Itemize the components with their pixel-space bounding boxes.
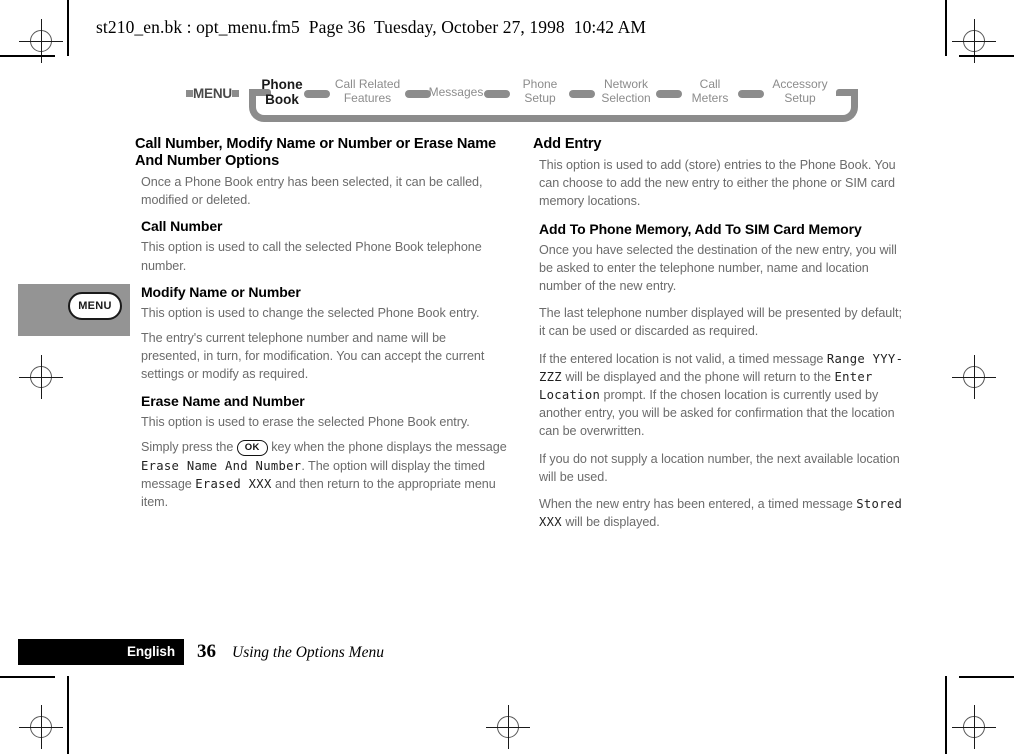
paragraph-add-memory-3: If the entered location is not valid, a …: [539, 350, 905, 441]
paragraph-add-entry-intro: This option is used to add (store) entri…: [539, 158, 896, 209]
registration-hline: [952, 726, 996, 728]
breadcrumb-item-network-selection[interactable]: Network Selection: [595, 77, 657, 105]
margin-menu-tab: MENU: [18, 284, 130, 336]
paragraph-modify-1: This option is used to change the select…: [141, 305, 480, 320]
breadcrumb-connector: [569, 90, 595, 98]
section-heading: Call Number, Modify Name or Number or Er…: [135, 136, 496, 169]
breadcrumb-item-call-meters[interactable]: Call Meters: [682, 77, 738, 105]
paragraph-add-memory-4: If you do not supply a location number, …: [539, 451, 900, 484]
registration-hline: [19, 376, 63, 378]
page-rule-bottom-left-horizontal: [0, 676, 55, 678]
breadcrumb-item-accessory-setup[interactable]: Accessory Setup: [764, 77, 836, 105]
text-fragment: If the entered location is not valid, a …: [539, 351, 827, 366]
paragraph-call-number: This option is used to call the selected…: [141, 240, 482, 273]
footer-language-label: English: [126, 644, 175, 659]
registration-hline: [952, 376, 996, 378]
breadcrumb-item-phone-book[interactable]: Phone Book: [260, 77, 304, 107]
paragraph-add-memory-1: Once you have selected the destination o…: [539, 242, 897, 294]
paragraph-add-memory-5: When the new entry has been entered, a t…: [539, 495, 905, 531]
menu-breadcrumb-bar: MENU Phone Book Call Related Features Me…: [186, 76, 858, 126]
subsection-heading-modify-name-or-number: Modify Name or Number: [141, 283, 301, 300]
right-text-column: Add Entry This option is used to add (st…: [533, 136, 905, 540]
page-border-left-bottom: [67, 676, 69, 754]
breadcrumb-item-messages[interactable]: Messages: [426, 85, 486, 100]
lcd-message-erased: Erased XXX: [195, 477, 272, 492]
paragraph-erase-2: Simply press the OK key when the phone d…: [141, 438, 507, 512]
section-intro-paragraph: Once a Phone Book entry has been selecte…: [141, 175, 483, 208]
subsection-heading-erase-name-and-number: Erase Name and Number: [141, 392, 305, 409]
registration-hline: [19, 726, 63, 728]
lcd-message-erase-name-and-number: Erase Name And Number: [141, 458, 302, 473]
left-text-column: Call Number, Modify Name or Number or Er…: [135, 136, 507, 518]
footer-chapter-title: Using the Options Menu: [232, 644, 384, 661]
breadcrumb-item-call-related-features[interactable]: Call Related Features: [330, 77, 405, 105]
page-border-left-top: [67, 0, 69, 56]
breadcrumb-track-cap-right: [836, 89, 858, 96]
text-fragment: Simply press the: [141, 439, 237, 454]
registration-hline: [19, 40, 63, 42]
breadcrumb-item-phone-setup[interactable]: Phone Setup: [511, 77, 569, 105]
menu-key-icon[interactable]: MENU: [68, 292, 122, 320]
footer-page-number: 36: [197, 641, 216, 662]
paragraph-erase-1: This option is used to erase the selecte…: [141, 414, 470, 429]
registration-mark-bottom-center: [486, 705, 530, 749]
text-fragment: key when the phone displays the message: [267, 439, 507, 454]
square-bullet-icon: [186, 89, 193, 97]
subsection-heading-add-to-memory: Add To Phone Memory, Add To SIM Card Mem…: [539, 220, 862, 237]
breadcrumb-connector: [304, 90, 330, 98]
breadcrumb-connector: [738, 90, 764, 98]
breadcrumb-root-label: MENU: [193, 86, 232, 101]
page-rule-bottom-right-horizontal: [959, 676, 1014, 678]
paragraph-add-memory-2: The last telephone number displayed will…: [539, 306, 902, 339]
page-border-right-top: [945, 0, 947, 56]
square-bullet-icon: [231, 89, 239, 97]
breadcrumb-root-menu: MENU: [186, 86, 239, 101]
paragraph-modify-2: The entry's current telephone number and…: [141, 331, 485, 382]
ok-key-icon: OK: [236, 439, 268, 456]
page-border-right-bottom: [945, 676, 947, 754]
registration-hline: [486, 726, 530, 728]
registration-mark-right-middle: [952, 355, 996, 399]
registration-mark-bottom-left: [19, 705, 63, 749]
text-fragment: will be displayed.: [561, 515, 660, 530]
page-rule-top-right-horizontal: [959, 55, 1014, 57]
registration-mark-bottom-right: [952, 705, 996, 749]
registration-mark-left-middle: [19, 355, 63, 399]
text-fragment: When the new entry has been entered, a t…: [539, 497, 857, 512]
document-header-line: st210_en.bk : opt_menu.fm5 Page 36 Tuesd…: [96, 17, 646, 37]
registration-hline: [952, 40, 996, 42]
breadcrumb-connector: [484, 90, 510, 98]
text-fragment: will be displayed and the phone will ret…: [561, 369, 835, 384]
breadcrumb-connector: [656, 90, 682, 98]
section-heading-add-entry: Add Entry: [533, 136, 602, 152]
footer-language-bar: English: [18, 639, 184, 665]
subsection-heading-call-number: Call Number: [141, 218, 223, 235]
page-rule-top-left-horizontal: [0, 55, 55, 57]
